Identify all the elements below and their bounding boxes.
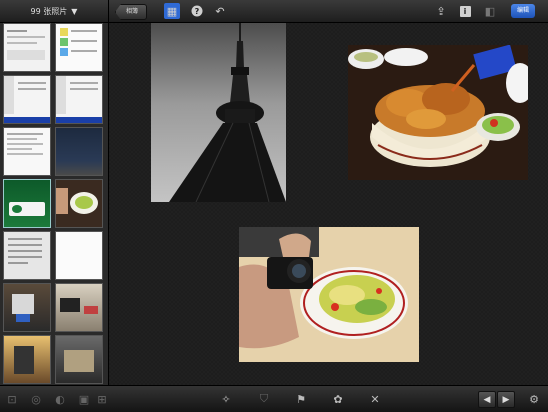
photo-salad-camera[interactable] (239, 227, 419, 362)
thumbnail[interactable] (55, 335, 103, 384)
photo-count-label: 99 张照片 (30, 6, 68, 16)
thumbnail[interactable] (3, 283, 51, 332)
thumbnail[interactable] (3, 23, 51, 72)
thumbnail[interactable] (3, 179, 51, 228)
photo-count-header[interactable]: 99 张照片 ▼ (0, 0, 109, 22)
crop-icon[interactable]: ⛉ (256, 391, 272, 407)
thumbnail[interactable] (55, 127, 103, 176)
next-photo-button[interactable]: ▶ (497, 391, 515, 408)
bottom-toolbar: ⊡ ◎ ◐ ▣ ⊞ ✧ ⛉ ⚑ ✿ ✕ ◀ ▶ ⚙ (0, 385, 548, 412)
compare-icon[interactable]: ◧ (482, 3, 498, 19)
thumbnail[interactable] (55, 283, 103, 332)
back-to-albums-button[interactable]: 相簿 (115, 4, 148, 20)
tool-icon-2[interactable]: ◎ (28, 391, 44, 407)
photo-grid (109, 23, 548, 385)
favorite-icon[interactable]: ✿ (330, 391, 346, 407)
thumbnail[interactable] (55, 179, 103, 228)
thumbnail[interactable] (3, 75, 51, 124)
photo-tower[interactable] (151, 23, 286, 202)
auto-enhance-icon[interactable]: ✧ (218, 391, 234, 407)
tool-icon-5[interactable]: ⊞ (94, 391, 110, 407)
share-icon[interactable]: ⇪ (433, 3, 449, 19)
tool-icon-3[interactable]: ◐ (52, 391, 68, 407)
flag-icon[interactable]: ⚑ (293, 391, 309, 407)
svg-text:?: ? (195, 7, 200, 16)
grid-icon[interactable]: ▦ (164, 3, 180, 19)
photo-tempura-bowl[interactable] (348, 45, 528, 180)
info-icon[interactable]: i (457, 3, 473, 19)
thumbnail[interactable] (55, 23, 103, 72)
previous-photo-button[interactable]: ◀ (478, 391, 496, 408)
delete-icon[interactable]: ✕ (367, 391, 383, 407)
tool-icon-1[interactable]: ⊡ (4, 391, 20, 407)
chevron-down-icon: ▼ (71, 6, 78, 16)
top-toolbar: 99 张照片 ▼ 相簿 ▦ ? ↶ ⇪ i ◧ 编辑 (0, 0, 548, 23)
edit-button[interactable]: 编辑 (511, 4, 535, 18)
thumbnail[interactable] (3, 231, 51, 280)
undo-icon[interactable]: ↶ (212, 3, 228, 19)
tool-icon-4[interactable]: ▣ (76, 391, 92, 407)
thumbnail[interactable] (55, 75, 103, 124)
settings-icon[interactable]: ⚙ (526, 391, 542, 407)
thumbnail[interactable] (55, 231, 103, 280)
info-glyph: i (459, 5, 471, 17)
help-icon[interactable]: ? (189, 3, 205, 19)
thumbnail-sidebar[interactable] (0, 23, 109, 385)
thumbnail[interactable] (3, 335, 51, 384)
thumbnail[interactable] (3, 127, 51, 176)
